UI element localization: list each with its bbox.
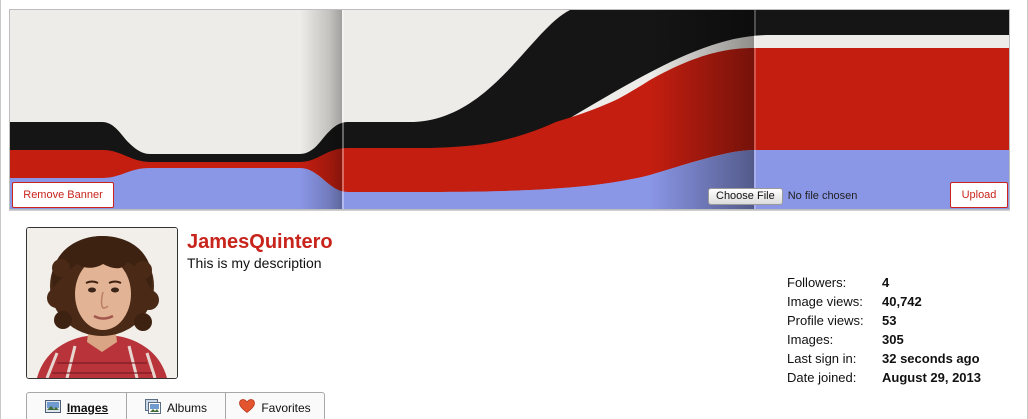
stat-label: Date joined: (787, 370, 857, 385)
stat-label: Images: (787, 332, 834, 347)
stat-value: 53 (882, 313, 897, 328)
banner-file-input[interactable]: Choose File No file chosen (708, 187, 857, 205)
stat-label: Followers: (787, 275, 847, 290)
username: JamesQuintero (187, 231, 333, 253)
stat-label: Last sign in: (787, 351, 857, 366)
tab-label: Favorites (261, 400, 311, 415)
profile-page: Remove Banner Choose File No file chosen… (0, 0, 1028, 419)
file-status-text: No file chosen (787, 190, 858, 202)
stat-value: 40,742 (882, 294, 922, 309)
user-avatar-photo-icon (27, 228, 177, 378)
tab-label: Images (66, 400, 109, 415)
stat-profile-views: Profile views: 53 (787, 311, 981, 330)
tab-albums[interactable]: Albums (127, 393, 226, 419)
choose-file-button[interactable]: Choose File (708, 187, 783, 205)
stat-followers: Followers: 4 (787, 273, 981, 292)
banner-divider (9, 210, 1010, 211)
profile-stats: Followers: 4 Image views: 40,742 Profile… (787, 273, 981, 387)
stat-last-sign-in: Last sign in: 32 seconds ago (787, 349, 981, 368)
stat-label: Image views: (787, 294, 863, 309)
stat-images: Images: 305 (787, 330, 981, 349)
avatar (26, 227, 178, 379)
tab-favorites[interactable]: Favorites (226, 393, 324, 419)
banner-artwork (10, 10, 1009, 209)
profile-tabs: Images Albums Favorites (26, 392, 325, 419)
heart-icon (239, 399, 256, 416)
tab-images[interactable]: Images (27, 393, 127, 419)
stat-value: August 29, 2013 (882, 370, 981, 385)
stat-value: 4 (882, 275, 890, 290)
stat-value: 305 (882, 332, 904, 347)
remove-banner-button[interactable]: Remove Banner (12, 182, 114, 208)
stat-date-joined: Date joined: August 29, 2013 (787, 368, 981, 387)
images-icon (44, 399, 61, 416)
stat-value: 32 seconds ago (882, 351, 980, 366)
albums-icon (144, 398, 161, 417)
stat-image-views: Image views: 40,742 (787, 292, 981, 311)
profile-banner: Remove Banner Choose File No file chosen… (9, 9, 1010, 210)
profile-description: This is my description (187, 255, 322, 271)
tab-label: Albums (166, 400, 207, 415)
stat-label: Profile views: (787, 313, 864, 328)
upload-button[interactable]: Upload (950, 182, 1008, 208)
